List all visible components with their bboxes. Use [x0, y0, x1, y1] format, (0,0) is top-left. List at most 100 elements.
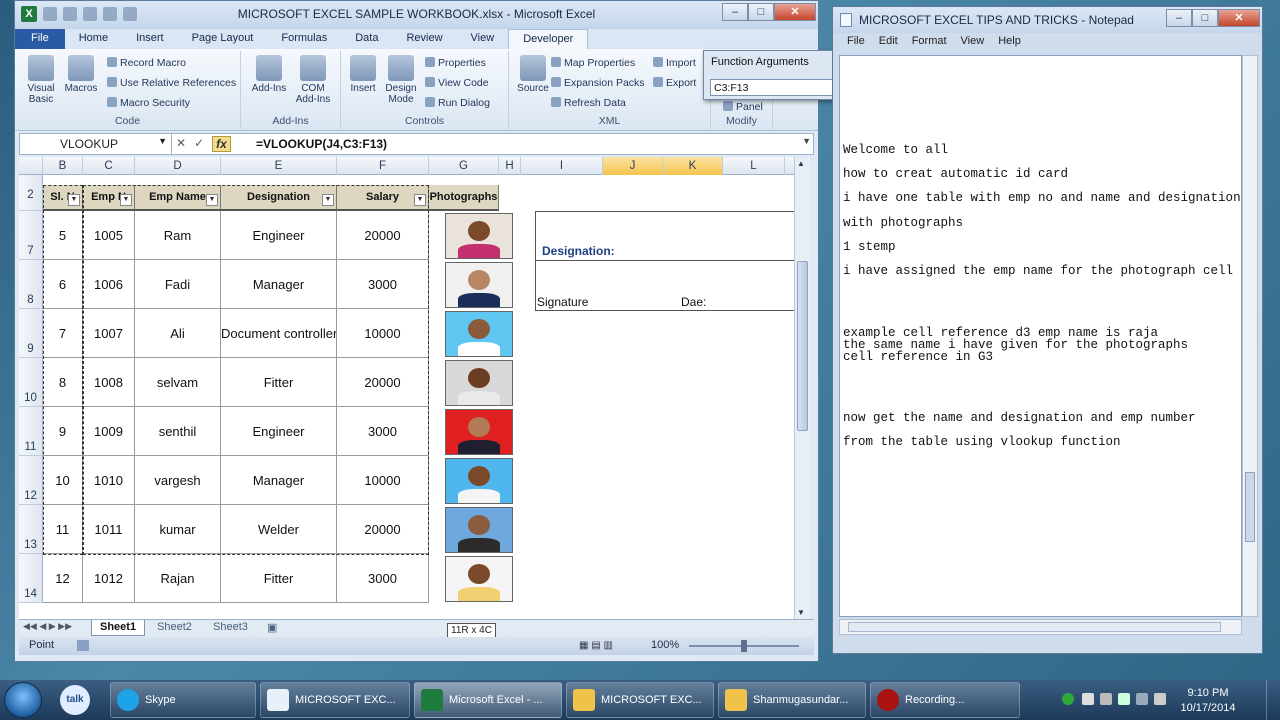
document-panel-button[interactable]: Panel: [723, 101, 763, 113]
row-header[interactable]: 8: [19, 260, 43, 309]
filter-dropdown-icon[interactable]: ▼: [206, 194, 218, 206]
table-cell[interactable]: 3000: [337, 554, 429, 603]
table-cell[interactable]: 1010: [83, 456, 135, 505]
column-header[interactable]: G: [429, 157, 499, 175]
view-code-button[interactable]: View Code: [425, 77, 489, 89]
scrollbar-thumb[interactable]: [848, 622, 1221, 632]
employee-photo[interactable]: [445, 458, 513, 504]
table-cell[interactable]: 5: [43, 211, 83, 260]
table-cell[interactable]: 8: [43, 358, 83, 407]
table-cell[interactable]: Manager: [221, 456, 337, 505]
table-cell[interactable]: Fadi: [135, 260, 221, 309]
column-header[interactable]: J: [603, 157, 663, 175]
sheet-tab[interactable]: Sheet1: [91, 620, 146, 636]
design-mode-button[interactable]: Design Mode: [381, 55, 421, 105]
macros-button[interactable]: Macros: [61, 55, 101, 94]
filter-dropdown-icon[interactable]: ▼: [120, 194, 132, 206]
table-cell[interactable]: 1005: [83, 211, 135, 260]
table-cell[interactable]: Welder: [221, 505, 337, 554]
table-cell[interactable]: 1012: [83, 554, 135, 603]
table-cell[interactable]: selvam: [135, 358, 221, 407]
select-all-corner[interactable]: [19, 157, 43, 175]
clock-date[interactable]: 10/17/2014: [1178, 702, 1238, 714]
insert-function-icon[interactable]: fx: [212, 136, 231, 152]
macro-record-icon[interactable]: [77, 640, 89, 651]
tab-review[interactable]: Review: [392, 29, 456, 49]
table-cell[interactable]: 1011: [83, 505, 135, 554]
table-cell[interactable]: 11: [43, 505, 83, 554]
table-cell[interactable]: 6: [43, 260, 83, 309]
minimize-button[interactable]: –: [722, 3, 748, 21]
table-cell[interactable]: 9: [43, 407, 83, 456]
table-cell[interactable]: 10000: [337, 456, 429, 505]
tray-usb-icon[interactable]: [1100, 693, 1112, 705]
row-header[interactable]: 11: [19, 407, 43, 456]
employee-photo[interactable]: [445, 507, 513, 553]
expansion-packs-button[interactable]: Expansion Packs: [551, 77, 645, 89]
menu-view[interactable]: View: [961, 35, 985, 55]
taskbar-item-notepad[interactable]: MICROSOFT EXC...: [260, 682, 410, 718]
filter-dropdown-icon[interactable]: ▼: [322, 194, 334, 206]
properties-button[interactable]: Properties: [425, 57, 486, 69]
tray-app-icon[interactable]: [1062, 693, 1074, 705]
worksheet-grid[interactable]: B C D E F G H I J K L 2 7 8 9 10 11 12 1…: [19, 157, 795, 619]
column-header[interactable]: H: [499, 157, 521, 175]
table-cell[interactable]: Rajan: [135, 554, 221, 603]
tab-page-layout[interactable]: Page Layout: [178, 29, 268, 49]
table-cell[interactable]: 1007: [83, 309, 135, 358]
table-cell[interactable]: 10: [43, 456, 83, 505]
header-cell-sl[interactable]: Sl. N ▼: [43, 185, 83, 211]
excel-titlebar[interactable]: X MICROSOFT EXCEL SAMPLE WORKBOOK.xlsx -…: [15, 1, 818, 29]
talk-icon[interactable]: talk: [60, 685, 90, 715]
table-cell[interactable]: Engineer: [221, 211, 337, 260]
row-header[interactable]: 10: [19, 358, 43, 407]
employee-photo[interactable]: [445, 360, 513, 406]
filter-dropdown-icon[interactable]: ▼: [68, 194, 80, 206]
header-cell-salary[interactable]: Salary ▼: [337, 185, 429, 211]
refresh-data-button[interactable]: Refresh Data: [551, 97, 626, 109]
sheet-tab[interactable]: Sheet3: [205, 620, 256, 636]
table-cell[interactable]: 7: [43, 309, 83, 358]
table-cell[interactable]: 10000: [337, 309, 429, 358]
notepad-text-area[interactable]: Welcome to all how to creat automatic id…: [839, 55, 1242, 617]
enter-check-icon[interactable]: ✓: [194, 136, 204, 152]
expand-formula-icon[interactable]: ▼: [802, 136, 811, 146]
export-button[interactable]: Export: [653, 77, 696, 89]
scroll-up-icon[interactable]: ▲: [797, 159, 805, 168]
cancel-icon[interactable]: ✕: [176, 136, 186, 152]
column-header[interactable]: K: [663, 157, 723, 175]
column-header[interactable]: I: [521, 157, 603, 175]
scrollbar-thumb[interactable]: [1245, 472, 1255, 542]
monitor-icon[interactable]: [1136, 693, 1148, 705]
table-cell[interactable]: 1009: [83, 407, 135, 456]
notepad-titlebar[interactable]: MICROSOFT EXCEL TIPS AND TRICKS - Notepa…: [833, 7, 1262, 33]
table-cell[interactable]: 3000: [337, 260, 429, 309]
table-cell[interactable]: Engineer: [221, 407, 337, 456]
table-cell[interactable]: kumar: [135, 505, 221, 554]
tab-data[interactable]: Data: [341, 29, 392, 49]
employee-photo[interactable]: [445, 409, 513, 455]
id-card-frame[interactable]: Designation: Signature Dae:: [535, 211, 795, 311]
maximize-button[interactable]: □: [748, 3, 774, 21]
insert-sheet-icon[interactable]: ▣: [259, 620, 285, 636]
import-button[interactable]: Import: [653, 57, 696, 69]
clock-time[interactable]: 9:10 PM: [1178, 687, 1238, 699]
com-addins-button[interactable]: COM Add-Ins: [293, 55, 333, 105]
taskbar-item-folder[interactable]: Shanmugasundar...: [718, 682, 866, 718]
map-properties-button[interactable]: Map Properties: [551, 57, 635, 69]
notepad-icon[interactable]: [840, 13, 852, 27]
network-icon[interactable]: [1118, 693, 1130, 705]
tab-file[interactable]: File: [15, 29, 65, 49]
tab-formulas[interactable]: Formulas: [267, 29, 341, 49]
zoom-slider[interactable]: [689, 640, 799, 652]
menu-edit[interactable]: Edit: [879, 35, 898, 55]
zoom-slider-knob[interactable]: [741, 640, 747, 652]
taskbar-item-excel[interactable]: Microsoft Excel - ...: [414, 682, 562, 718]
column-header[interactable]: D: [135, 157, 221, 175]
tab-home[interactable]: Home: [65, 29, 122, 49]
table-cell[interactable]: 12: [43, 554, 83, 603]
row-header[interactable]: 7: [19, 211, 43, 260]
table-cell[interactable]: Ram: [135, 211, 221, 260]
menu-file[interactable]: File: [847, 35, 865, 55]
row-header[interactable]: 2: [19, 175, 43, 211]
